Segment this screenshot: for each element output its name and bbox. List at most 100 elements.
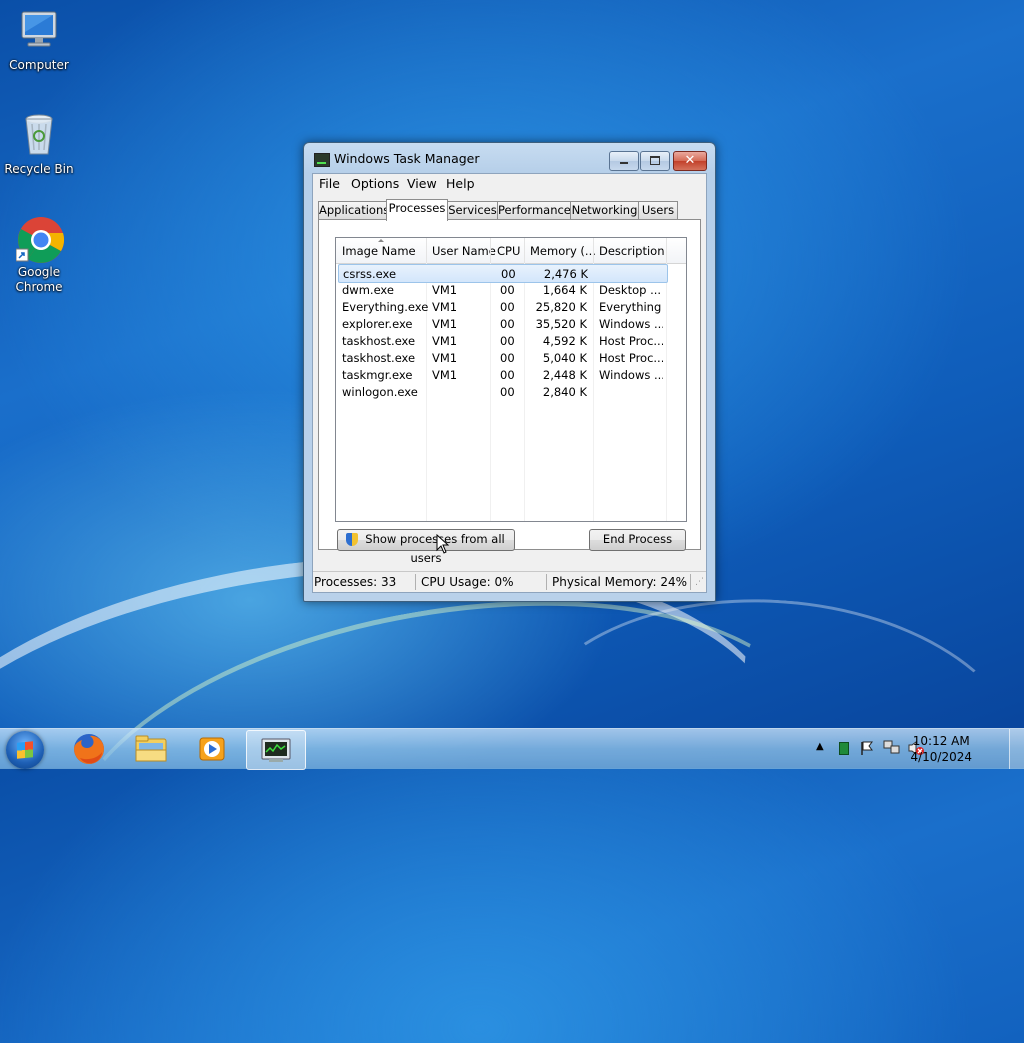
firefox-icon xyxy=(74,734,104,764)
column-memory[interactable]: Memory (... xyxy=(530,244,596,258)
cell-memory: 2,448 K xyxy=(542,368,587,382)
cell-image-name: Everything.exe xyxy=(342,300,429,314)
table-row[interactable]: taskhost.exe VM1 00 5,040 K Host Proc... xyxy=(336,349,686,366)
minimize-button[interactable] xyxy=(609,151,639,171)
menu-bar: File Options View Help xyxy=(313,174,706,194)
cell-description: Host Proc... xyxy=(599,351,663,365)
cell-image-name: winlogon.exe xyxy=(342,385,418,399)
end-process-button[interactable]: End Process xyxy=(589,529,686,551)
taskbar-task-manager[interactable] xyxy=(246,730,306,770)
tab-users[interactable]: Users xyxy=(638,201,678,219)
show-all-processes-label: Show processes from all users xyxy=(365,532,505,565)
cell-user-name: VM1 xyxy=(432,368,458,382)
column-image-name[interactable]: Image Name xyxy=(342,244,416,258)
close-button[interactable]: ✕ xyxy=(673,151,707,171)
column-divider[interactable] xyxy=(426,238,427,263)
table-row[interactable]: Everything.exe VM1 00 25,820 K Everythin… xyxy=(336,298,686,315)
tray-app-icon[interactable] xyxy=(839,742,849,755)
resize-grip-icon[interactable]: ⋰ xyxy=(695,577,704,587)
tab-services[interactable]: Services xyxy=(447,201,498,219)
cell-user-name: VM1 xyxy=(432,334,458,348)
desktop-icon-computer[interactable]: Computer xyxy=(2,8,76,73)
show-hidden-icons-icon[interactable]: ▲ xyxy=(816,741,824,752)
show-desktop-button[interactable] xyxy=(1009,729,1024,769)
desktop-icon-label: Google Chrome xyxy=(15,265,63,294)
column-divider[interactable] xyxy=(666,238,667,263)
cell-image-name: taskhost.exe xyxy=(342,334,416,348)
system-tray: ▲ 10:12 AM 4/10/2024 xyxy=(812,729,1024,769)
close-icon: ✕ xyxy=(684,153,696,168)
table-row[interactable]: winlogon.exe 00 2,840 K xyxy=(336,383,686,400)
recycle-bin-icon xyxy=(16,112,62,158)
cell-description: Everything xyxy=(599,300,662,314)
table-row[interactable]: taskhost.exe VM1 00 4,592 K Host Proc... xyxy=(336,332,686,349)
task-manager-window: Windows Task Manager ✕ File Options View… xyxy=(303,142,716,602)
cell-description: Desktop ... xyxy=(599,283,662,297)
status-cpu-usage: CPU Usage: 0% xyxy=(421,575,514,589)
cell-cpu: 00 xyxy=(500,368,515,382)
cell-cpu: 00 xyxy=(500,317,515,331)
cell-user-name: VM1 xyxy=(432,283,458,297)
table-row[interactable]: explorer.exe VM1 00 35,520 K Windows ... xyxy=(336,315,686,332)
menu-options[interactable]: Options xyxy=(351,176,399,191)
cell-user-name: VM1 xyxy=(432,351,458,365)
taskbar-media-player[interactable] xyxy=(184,730,242,768)
cell-image-name: csrss.exe xyxy=(343,267,397,281)
cell-description: Windows ... xyxy=(599,368,663,382)
process-list-header: Image Name User Name CPU Memory (... Des… xyxy=(336,238,686,264)
status-physical-memory: Physical Memory: 24% xyxy=(552,575,688,589)
tab-networking[interactable]: Networking xyxy=(570,201,639,219)
cell-memory: 5,040 K xyxy=(542,351,587,365)
menu-file[interactable]: File xyxy=(319,176,340,191)
menu-help[interactable]: Help xyxy=(446,176,475,191)
column-description[interactable]: Description xyxy=(599,244,665,258)
tab-performance[interactable]: Performance xyxy=(497,201,571,219)
cell-image-name: taskhost.exe xyxy=(342,351,416,365)
menu-view[interactable]: View xyxy=(407,176,437,191)
cell-memory: 25,820 K xyxy=(535,300,587,314)
computer-icon xyxy=(16,8,62,54)
table-row[interactable]: taskmgr.exe VM1 00 2,448 K Windows ... xyxy=(336,366,686,383)
taskbar-explorer[interactable] xyxy=(122,730,180,768)
column-divider[interactable] xyxy=(593,238,594,263)
cell-image-name: explorer.exe xyxy=(342,317,413,331)
cell-cpu: 00 xyxy=(501,267,516,281)
column-divider[interactable] xyxy=(524,238,525,263)
action-center-flag-icon[interactable] xyxy=(859,740,875,756)
tab-strip: Applications Processes Services Performa… xyxy=(318,199,701,221)
sort-ascending-icon xyxy=(378,239,384,242)
clock[interactable]: 10:12 AM 4/10/2024 xyxy=(910,733,972,765)
status-processes: Processes: 33 xyxy=(314,575,397,589)
column-divider[interactable] xyxy=(490,238,491,263)
maximize-button[interactable] xyxy=(640,151,670,171)
cell-user-name: VM1 xyxy=(432,300,458,314)
desktop-icon-recycle-bin[interactable]: Recycle Bin xyxy=(2,112,76,177)
window-title: Windows Task Manager xyxy=(334,151,480,166)
desktop-icon-google-chrome[interactable]: Google Chrome xyxy=(2,215,76,295)
task-manager-icon xyxy=(261,738,291,762)
column-cpu[interactable]: CPU xyxy=(497,244,520,258)
network-icon[interactable] xyxy=(883,740,901,756)
task-manager-icon xyxy=(314,153,330,167)
explorer-icon xyxy=(135,735,167,762)
media-player-icon xyxy=(199,737,225,761)
desktop-icon-label: Computer xyxy=(9,58,69,72)
cell-cpu: 00 xyxy=(500,334,515,348)
table-row[interactable]: dwm.exe VM1 00 1,664 K Desktop ... xyxy=(336,281,686,298)
taskbar-firefox[interactable] xyxy=(60,730,118,768)
tab-processes[interactable]: Processes xyxy=(386,199,448,221)
title-bar[interactable]: Windows Task Manager ✕ xyxy=(304,143,715,173)
uac-shield-icon xyxy=(346,533,358,546)
cell-description: Windows ... xyxy=(599,317,663,331)
process-list[interactable]: Image Name User Name CPU Memory (... Des… xyxy=(335,237,687,522)
cell-cpu: 00 xyxy=(500,283,515,297)
column-user-name[interactable]: User Name xyxy=(432,244,496,258)
desktop-icon-label: Recycle Bin xyxy=(4,162,74,176)
cell-memory: 2,476 K xyxy=(543,267,588,281)
show-all-processes-button[interactable]: Show processes from all users xyxy=(337,529,515,565)
tab-applications[interactable]: Applications xyxy=(318,201,389,219)
clock-date: 4/10/2024 xyxy=(910,750,972,764)
cell-cpu: 00 xyxy=(500,300,515,314)
start-button[interactable] xyxy=(6,731,44,769)
processes-panel: Image Name User Name CPU Memory (... Des… xyxy=(318,219,701,565)
